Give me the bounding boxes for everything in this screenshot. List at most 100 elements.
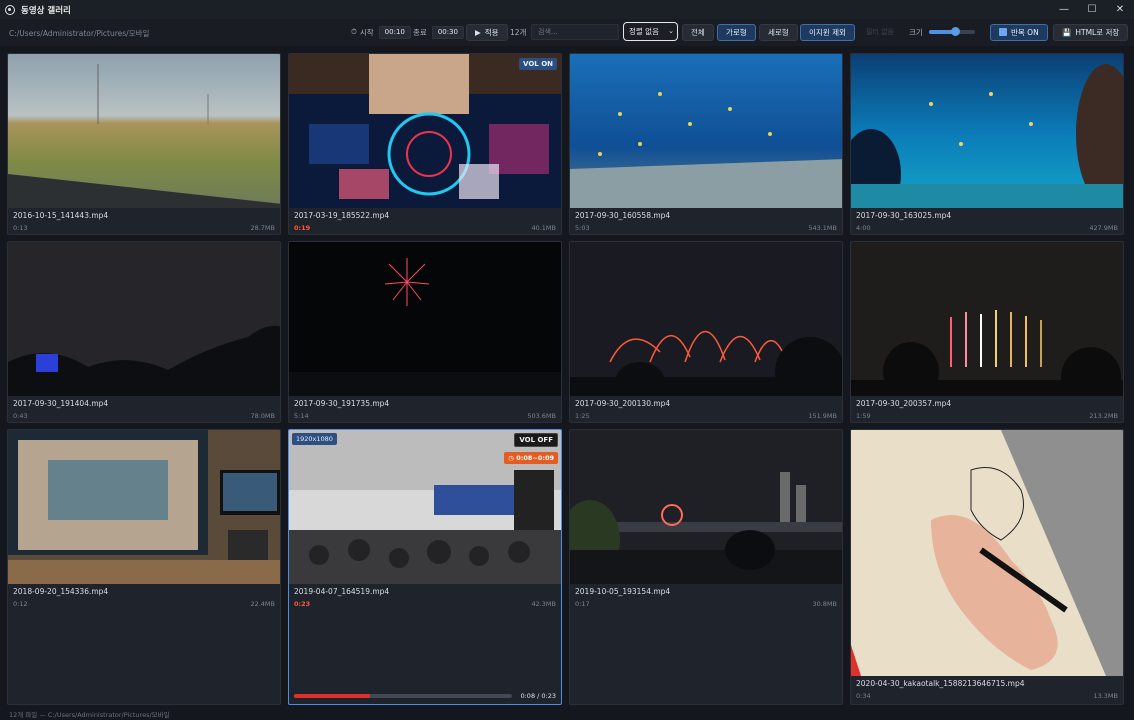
video-size: 213.2MB bbox=[1089, 412, 1118, 420]
size-label: 크기 bbox=[909, 27, 923, 37]
video-card[interactable]: 2019-10-05_193154.mp4 0:17 30.8MB bbox=[569, 429, 843, 705]
sort-select[interactable]: 정렬 없음 ⌄ bbox=[623, 21, 678, 41]
filter-all-button[interactable]: 전체 bbox=[682, 23, 714, 41]
video-size: 543.1MB bbox=[808, 224, 837, 232]
video-size: 28.7MB bbox=[250, 224, 275, 232]
end-time-group: 종료 00:30 bbox=[413, 23, 464, 41]
video-size: 30.8MB bbox=[812, 600, 837, 608]
video-filename: 2017-09-30_160558.mp4 bbox=[575, 211, 671, 220]
video-duration: 5:14 bbox=[294, 412, 309, 420]
close-button[interactable]: ✕ bbox=[1106, 0, 1134, 19]
repeat-label: 반복 ON bbox=[1011, 27, 1039, 37]
size-slider-group: 크기 bbox=[909, 23, 975, 41]
video-card[interactable]: 2017-09-30_160558.mp4 5:03 543.1MB bbox=[569, 53, 843, 235]
video-thumbnail bbox=[8, 430, 280, 584]
resolution-badge: 1920x1080 bbox=[292, 433, 337, 445]
volume-on-badge[interactable]: VOL ON bbox=[519, 58, 557, 70]
video-card[interactable]: 2017-09-30_200130.mp4 1:25 151.9MB bbox=[569, 241, 843, 423]
video-duration: 5:03 bbox=[575, 224, 590, 232]
video-filename: 2017-09-30_191735.mp4 bbox=[294, 399, 390, 408]
video-filename: 2017-09-30_191404.mp4 bbox=[13, 399, 109, 408]
video-thumbnail bbox=[289, 242, 561, 396]
folder-path: C:/Users/Administrator/Pictures/모바일 bbox=[9, 29, 150, 38]
save-html-button[interactable]: 💾 HTML로 저장 bbox=[1053, 23, 1129, 41]
repeat-icon bbox=[999, 28, 1007, 36]
video-thumbnail bbox=[570, 242, 842, 396]
start-time-group: ⏱ 시작 00:10 bbox=[351, 23, 411, 41]
video-filename: 2016-10-15_141443.mp4 bbox=[13, 211, 109, 220]
video-thumbnail bbox=[8, 242, 280, 396]
repeat-toggle-button[interactable]: 반복 ON bbox=[990, 23, 1048, 41]
video-card[interactable]: 2020-04-30_kakaotalk_1588213646715.mp4 0… bbox=[850, 429, 1124, 705]
video-grid: 2016-10-15_141443.mp4 0:13 28.7MB VOL ON… bbox=[7, 53, 1125, 705]
video-duration: 4:00 bbox=[856, 224, 871, 232]
sort-selected: 정렬 없음 bbox=[629, 26, 659, 36]
video-thumbnail bbox=[570, 430, 842, 584]
video-card[interactable]: 2016-10-15_141443.mp4 0:13 28.7MB bbox=[7, 53, 281, 235]
chevron-down-icon: ⌄ bbox=[668, 27, 674, 35]
apply-button[interactable]: ▶ 적용 bbox=[466, 23, 508, 41]
play-icon: ▶ bbox=[475, 27, 481, 37]
video-duration: 0:19 bbox=[294, 224, 311, 232]
file-count: 12개 bbox=[510, 27, 527, 37]
save-html-label: HTML로 저장 bbox=[1075, 27, 1120, 37]
volume-off-badge[interactable]: VOL OFF bbox=[514, 433, 558, 447]
playback-time: 0:08 / 0:23 bbox=[520, 692, 556, 700]
playback-progress-bar[interactable] bbox=[294, 694, 512, 698]
video-thumbnail bbox=[289, 54, 561, 208]
faded-label: 필터 없음 bbox=[866, 28, 894, 36]
video-size: 503.6MB bbox=[527, 412, 556, 420]
video-size: 427.9MB bbox=[1089, 224, 1118, 232]
save-icon: 💾 bbox=[1062, 27, 1072, 37]
range-badge: ◷ 0:08~0:09 bbox=[504, 452, 558, 464]
video-filename: 2017-09-30_200357.mp4 bbox=[856, 399, 952, 408]
video-thumbnail bbox=[851, 430, 1123, 676]
exclude-images-button[interactable]: 이지윈 제외 bbox=[800, 23, 855, 41]
playback-progress-fill bbox=[294, 694, 371, 698]
video-card[interactable]: 2017-09-30_191735.mp4 5:14 503.6MB bbox=[288, 241, 562, 423]
title-bar: 동영상 갤러리 — ☐ ✕ bbox=[0, 0, 1134, 19]
video-filename: 2020-04-30_kakaotalk_1588213646715.mp4 bbox=[856, 679, 1025, 688]
status-bar: 12개 파일 — C:/Users/Administrator/Pictures… bbox=[0, 706, 1134, 720]
video-size: 22.4MB bbox=[250, 600, 275, 608]
minimize-button[interactable]: — bbox=[1050, 0, 1078, 19]
video-thumbnail bbox=[8, 54, 280, 208]
video-duration: 0:12 bbox=[13, 600, 28, 608]
video-size: 78.0MB bbox=[250, 412, 275, 420]
video-card-selected[interactable]: 1920x1080 VOL OFF ◷ 0:08~0:09 2019-04-07… bbox=[288, 429, 562, 705]
size-slider[interactable] bbox=[928, 27, 975, 36]
video-filename: 2019-04-07_164519.mp4 bbox=[294, 587, 390, 596]
video-filename: 2019-10-05_193154.mp4 bbox=[575, 587, 671, 596]
end-label: 종료 bbox=[413, 27, 427, 37]
video-size: 151.9MB bbox=[808, 412, 837, 420]
video-card[interactable]: VOL ON 2017-03-19_185522.mp4 0:19 40.1MB bbox=[288, 53, 562, 235]
video-duration: 0:34 bbox=[856, 692, 871, 700]
clock-icon: ⏱ bbox=[351, 27, 357, 36]
size-slider-knob[interactable] bbox=[950, 27, 960, 36]
video-duration: 0:17 bbox=[575, 600, 590, 608]
video-card[interactable]: 2017-09-30_200357.mp4 1:59 213.2MB bbox=[850, 241, 1124, 423]
video-filename: 2017-09-30_200130.mp4 bbox=[575, 399, 671, 408]
start-label: 시작 bbox=[359, 27, 374, 37]
maximize-button[interactable]: ☐ bbox=[1078, 0, 1106, 19]
video-size: 42.3MB bbox=[531, 600, 556, 608]
end-time-input[interactable]: 00:30 bbox=[431, 25, 464, 39]
video-card[interactable]: 2017-09-30_191404.mp4 0:43 78.0MB bbox=[7, 241, 281, 423]
toolbar: C:/Users/Administrator/Pictures/모바일 ⏱ 시작… bbox=[0, 19, 1134, 46]
start-time-input[interactable]: 00:10 bbox=[378, 25, 411, 39]
video-thumbnail bbox=[851, 54, 1123, 208]
window-controls: — ☐ ✕ bbox=[1050, 0, 1134, 19]
video-filename: 2018-09-20_154336.mp4 bbox=[13, 587, 109, 596]
video-card[interactable]: 2018-09-20_154336.mp4 0:12 22.4MB bbox=[7, 429, 281, 705]
filter-landscape-button[interactable]: 가로형 bbox=[717, 23, 756, 41]
search-input[interactable]: 검색... bbox=[531, 24, 619, 40]
video-card[interactable]: 2017-09-30_163025.mp4 4:00 427.9MB bbox=[850, 53, 1124, 235]
video-filename: 2017-09-30_163025.mp4 bbox=[856, 211, 952, 220]
video-duration: 1:25 bbox=[575, 412, 590, 420]
video-thumbnail bbox=[570, 54, 842, 208]
video-duration: 0:13 bbox=[13, 224, 28, 232]
video-filename: 2017-03-19_185522.mp4 bbox=[294, 211, 390, 220]
video-size: 13.3MB bbox=[1093, 692, 1118, 700]
range-text: 0:08~0:09 bbox=[516, 454, 554, 462]
filter-portrait-button[interactable]: 세로형 bbox=[759, 23, 798, 41]
